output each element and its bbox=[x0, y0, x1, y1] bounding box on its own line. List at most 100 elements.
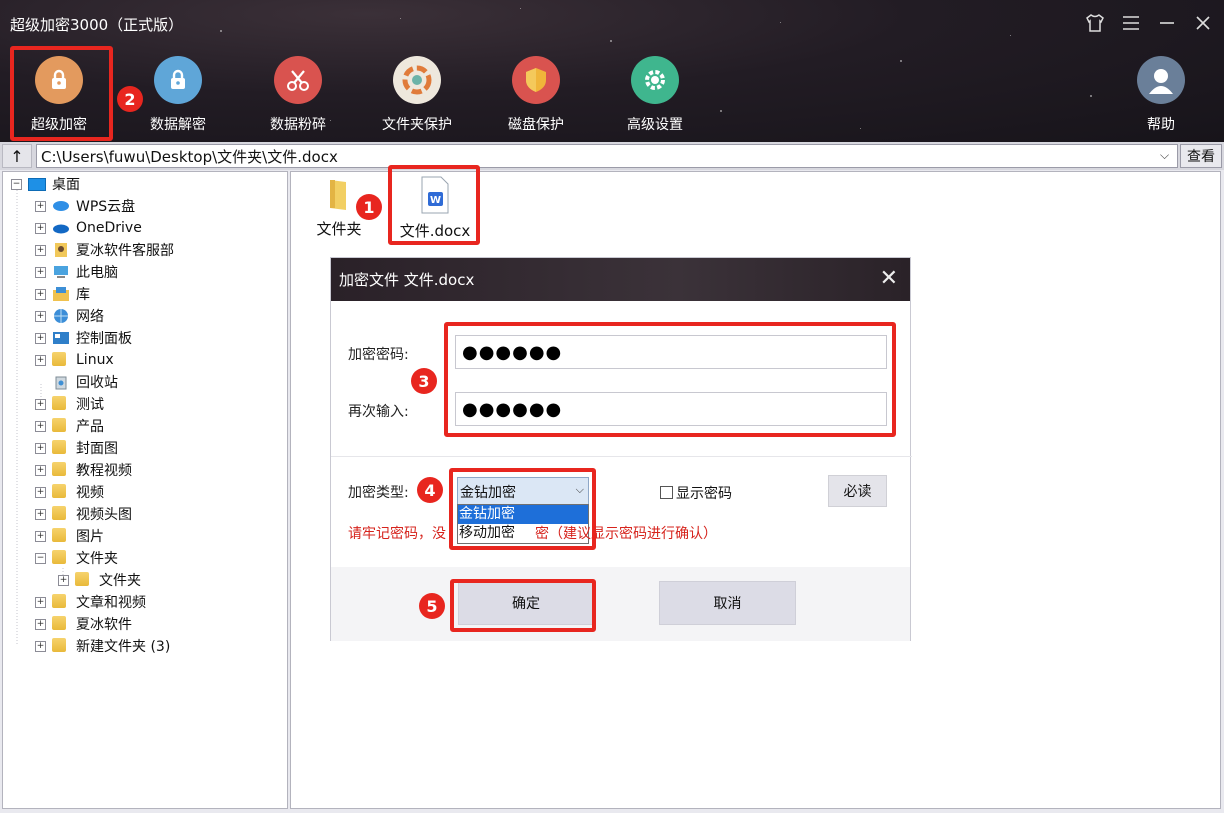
file-item-docx[interactable]: W 文件.docx bbox=[395, 176, 475, 241]
tree-item-label: Linux bbox=[76, 352, 114, 368]
encrypt-type-label: 加密类型: bbox=[348, 485, 409, 501]
confirm-password-label: 再次输入: bbox=[348, 404, 409, 420]
view-button[interactable]: 查看 bbox=[1180, 144, 1222, 168]
tree-item[interactable]: + OneDrive bbox=[35, 217, 142, 239]
folder-icon bbox=[52, 462, 70, 478]
up-button[interactable]: ↑ bbox=[2, 144, 32, 168]
toolbar-folder-protect[interactable]: 文件夹保护 bbox=[369, 56, 465, 134]
tree-item[interactable]: + 网络 bbox=[35, 305, 104, 327]
folder-icon bbox=[52, 484, 70, 500]
user-folder-icon bbox=[52, 242, 70, 258]
must-read-button[interactable]: 必读 bbox=[828, 475, 887, 507]
collapse-icon[interactable]: − bbox=[35, 552, 46, 564]
collapse-icon[interactable]: − bbox=[11, 178, 22, 190]
tree-item[interactable]: + 此电脑 bbox=[35, 261, 118, 283]
expand-icon[interactable]: + bbox=[35, 640, 46, 652]
chevron-down-icon[interactable]: ⌵ bbox=[1160, 148, 1169, 163]
tree-item[interactable]: − 文件夹 bbox=[35, 547, 118, 569]
tree-item[interactable]: + WPS云盘 bbox=[35, 195, 135, 217]
tree-item[interactable]: + 图片 bbox=[35, 525, 104, 547]
step-badge: 4 bbox=[417, 477, 443, 503]
toolbar-help[interactable]: 帮助 bbox=[1113, 56, 1209, 134]
expand-icon[interactable]: + bbox=[35, 310, 46, 322]
toolbar-advanced-settings[interactable]: 高级设置 bbox=[607, 56, 703, 134]
step-badge: 1 bbox=[356, 194, 382, 220]
tree-item[interactable]: + 夏冰软件客服部 bbox=[35, 239, 174, 261]
minimize-icon[interactable] bbox=[1156, 10, 1178, 36]
tree-item[interactable]: + 文章和视频 bbox=[35, 591, 146, 613]
expand-icon[interactable]: + bbox=[35, 508, 46, 520]
tree-item-label: 桌面 bbox=[52, 177, 80, 193]
tree-item[interactable]: + 文件夹 bbox=[58, 569, 141, 591]
close-icon[interactable] bbox=[1192, 10, 1214, 36]
expand-icon[interactable]: + bbox=[35, 486, 46, 498]
svg-text:W: W bbox=[430, 195, 441, 206]
expand-icon[interactable]: + bbox=[35, 530, 46, 542]
toolbar-data-decrypt[interactable]: 数据解密 bbox=[130, 56, 226, 134]
expand-icon[interactable]: + bbox=[35, 266, 46, 278]
expand-icon[interactable]: + bbox=[35, 464, 46, 476]
tree-item[interactable]: + Linux bbox=[35, 349, 114, 371]
expand-icon[interactable]: + bbox=[58, 574, 69, 586]
tree-item-desktop[interactable]: − 桌面 bbox=[11, 173, 80, 195]
tree-item[interactable]: + 产品 bbox=[35, 415, 104, 437]
tree-item[interactable]: + 新建文件夹 (3) bbox=[35, 635, 170, 657]
tree-item-label: OneDrive bbox=[76, 220, 142, 236]
expand-icon[interactable]: + bbox=[35, 618, 46, 630]
word-doc-icon: W bbox=[419, 176, 451, 214]
path-input[interactable] bbox=[36, 144, 1178, 168]
tree-item[interactable]: 回收站 bbox=[52, 371, 118, 393]
tree-item-label: 网络 bbox=[76, 309, 104, 325]
menu-icon[interactable] bbox=[1120, 10, 1142, 36]
toolbar-disk-protect[interactable]: 磁盘保护 bbox=[488, 56, 584, 134]
tree-item[interactable]: + 控制面板 bbox=[35, 327, 132, 349]
expand-icon[interactable]: + bbox=[35, 398, 46, 410]
tree-item-label: 图片 bbox=[76, 529, 104, 545]
shirt-icon[interactable] bbox=[1084, 10, 1106, 36]
window-controls bbox=[1084, 10, 1214, 36]
tree-item[interactable]: + 视频头图 bbox=[35, 503, 132, 525]
password-field[interactable] bbox=[455, 335, 887, 369]
toolbar-data-shred[interactable]: 数据粉碎 bbox=[250, 56, 346, 134]
cancel-button[interactable]: 取消 bbox=[659, 581, 796, 625]
step-badge: 5 bbox=[419, 593, 445, 619]
expand-icon[interactable]: + bbox=[35, 332, 46, 344]
expand-icon[interactable]: + bbox=[35, 244, 46, 256]
tree-item-label: 库 bbox=[76, 287, 90, 303]
tree-item[interactable]: + 测试 bbox=[35, 393, 104, 415]
dialog-title-bar: 加密文件 文件.docx ✕ bbox=[331, 258, 910, 301]
expand-icon[interactable]: + bbox=[35, 596, 46, 608]
lock-icon bbox=[35, 56, 83, 104]
tree-item-label: 产品 bbox=[76, 419, 104, 435]
expand-icon[interactable]: + bbox=[35, 354, 46, 366]
confirm-password-field[interactable] bbox=[455, 392, 887, 426]
close-icon[interactable]: ✕ bbox=[880, 268, 898, 290]
expand-icon[interactable]: + bbox=[35, 222, 46, 234]
tree-item[interactable]: + 视频 bbox=[35, 481, 104, 503]
tree-item-label: 视频头图 bbox=[76, 507, 132, 523]
cloud-icon bbox=[52, 198, 70, 214]
expand-icon[interactable]: + bbox=[35, 200, 46, 212]
ok-button[interactable]: 确定 bbox=[458, 581, 594, 625]
toolbar-label: 数据解密 bbox=[150, 117, 206, 133]
app-title: 超级加密3000（正式版） bbox=[10, 16, 184, 34]
file-item-label: 文件.docx bbox=[399, 222, 471, 240]
divider bbox=[331, 456, 912, 457]
shield-icon bbox=[512, 56, 560, 104]
tree-item[interactable]: + 库 bbox=[35, 283, 90, 305]
tree-item-label: 夏冰软件 bbox=[76, 617, 132, 633]
encrypt-type-select[interactable]: 金钻加密 ⌵ bbox=[457, 477, 589, 505]
expand-icon[interactable]: + bbox=[35, 420, 46, 432]
show-password-checkbox[interactable] bbox=[660, 486, 673, 499]
expand-icon[interactable]: + bbox=[35, 288, 46, 300]
control-panel-icon bbox=[52, 330, 70, 346]
tree-item[interactable]: + 教程视频 bbox=[35, 459, 132, 481]
select-value: 金钻加密 bbox=[460, 485, 516, 501]
toolbar-super-encrypt[interactable]: 超级加密 bbox=[11, 56, 107, 134]
tree-item[interactable]: + 封面图 bbox=[35, 437, 118, 459]
dropdown-option[interactable]: 金钻加密 bbox=[458, 505, 588, 524]
expand-icon[interactable]: + bbox=[35, 442, 46, 454]
tree-item[interactable]: + 夏冰软件 bbox=[35, 613, 132, 635]
folder-icon bbox=[52, 528, 70, 544]
user-icon bbox=[1137, 56, 1185, 104]
